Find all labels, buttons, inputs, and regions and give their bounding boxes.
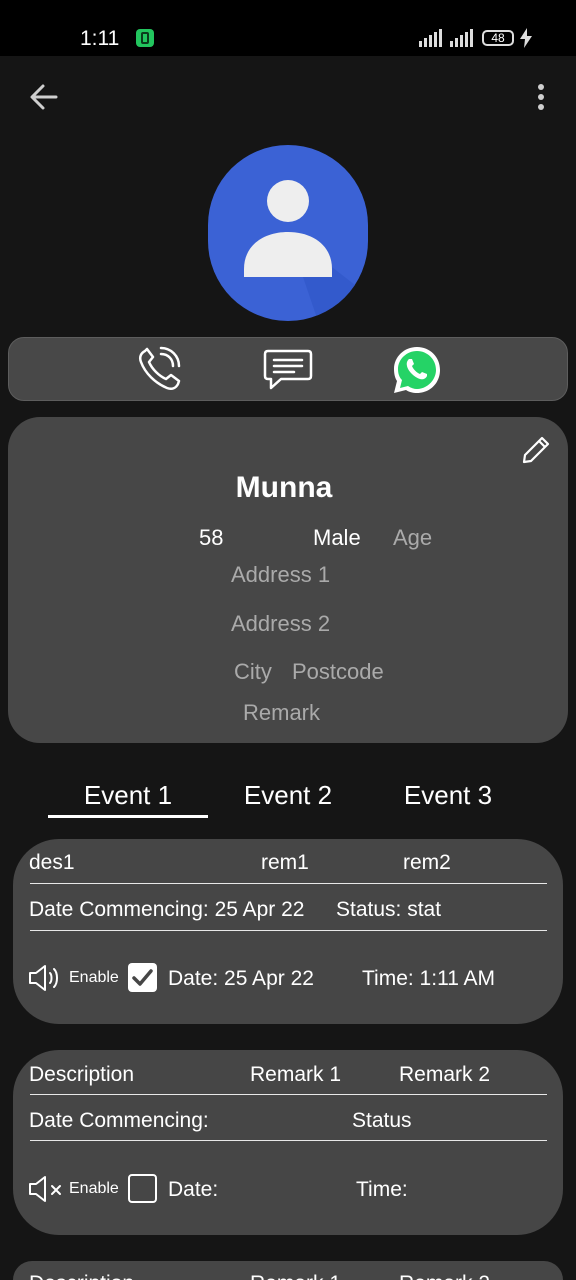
event-description: Description <box>29 1063 135 1086</box>
event-date: Date: 25 Apr 22 <box>168 967 314 990</box>
gender-value: Male <box>313 525 361 550</box>
event-remark2: Remark 2 <box>399 1063 491 1086</box>
age-label: Age <box>393 525 433 550</box>
signal-icon <box>419 29 443 47</box>
avatar <box>208 145 368 321</box>
event-remark1: Remark 1 <box>250 1272 341 1280</box>
event-remark1: rem1 <box>261 851 309 874</box>
event-status: Status: stat <box>336 898 442 921</box>
divider <box>30 883 547 884</box>
divider <box>30 1140 547 1141</box>
event-tabs: Event 1 Event 2 Event 3 <box>0 770 576 822</box>
arrow-left-icon[interactable] <box>28 82 60 112</box>
enable-checkbox[interactable] <box>128 1174 157 1203</box>
enable-label: Enable <box>69 969 119 986</box>
contact-name: Munna <box>235 471 333 504</box>
tab-indicator <box>48 815 208 818</box>
contact-actions-bar <box>8 337 568 401</box>
event-time: Time: 1:11 AM <box>362 967 496 990</box>
phone-call-icon[interactable] <box>135 345 187 393</box>
event-time: Time: <box>356 1178 408 1201</box>
battery-icon: 48 <box>482 30 514 46</box>
postcode-field: Postcode <box>292 659 384 684</box>
divider <box>30 930 547 931</box>
event-card[interactable]: Description Remark 1 Remark 2 <box>13 1261 563 1280</box>
enable-checkbox[interactable] <box>128 963 157 992</box>
event-status: Status <box>352 1109 412 1132</box>
age-value: 58 <box>199 525 224 550</box>
app-notification-icon <box>136 29 154 47</box>
tab-event-3[interactable]: Event 3 <box>368 780 528 811</box>
enable-label: Enable <box>69 1180 119 1197</box>
tab-event-2[interactable]: Event 2 <box>208 780 368 811</box>
event-description: des1 <box>29 851 75 874</box>
signal-icon <box>450 29 474 47</box>
divider <box>30 1094 547 1095</box>
volume-on-icon[interactable] <box>28 963 62 993</box>
event-date: Date: <box>168 1178 219 1201</box>
event-remark2: rem2 <box>403 851 451 874</box>
whatsapp-icon[interactable] <box>391 344 443 396</box>
event-date-commencing: Date Commencing: 25 Apr 22 <box>29 898 305 921</box>
status-time: 1:11 <box>80 27 120 50</box>
event-remark1: Remark 1 <box>250 1063 342 1086</box>
address2-field: Address 2 <box>231 611 331 636</box>
charging-icon <box>520 28 532 48</box>
volume-muted-icon[interactable] <box>28 1174 64 1204</box>
tab-event-1[interactable]: Event 1 <box>48 780 208 811</box>
address1-field: Address 1 <box>231 562 331 587</box>
remark-field: Remark <box>243 700 321 725</box>
profile-card: Munna 58 Male Age Address 1 Address 2 Ci… <box>8 417 568 743</box>
event-card[interactable]: Description Remark 1 Remark 2 Date Comme… <box>13 1050 563 1235</box>
more-vert-icon[interactable] <box>534 82 548 112</box>
city-field: City <box>234 659 272 684</box>
message-icon[interactable] <box>263 347 315 393</box>
pencil-icon[interactable] <box>520 434 552 466</box>
event-remark2: Remark 2 <box>399 1272 490 1280</box>
event-date-commencing: Date Commencing: <box>29 1109 209 1132</box>
event-description: Description <box>29 1272 134 1280</box>
status-bar: 1:11 48 <box>0 0 576 56</box>
event-card[interactable]: des1 rem1 rem2 Date Commencing: 25 Apr 2… <box>13 839 563 1024</box>
